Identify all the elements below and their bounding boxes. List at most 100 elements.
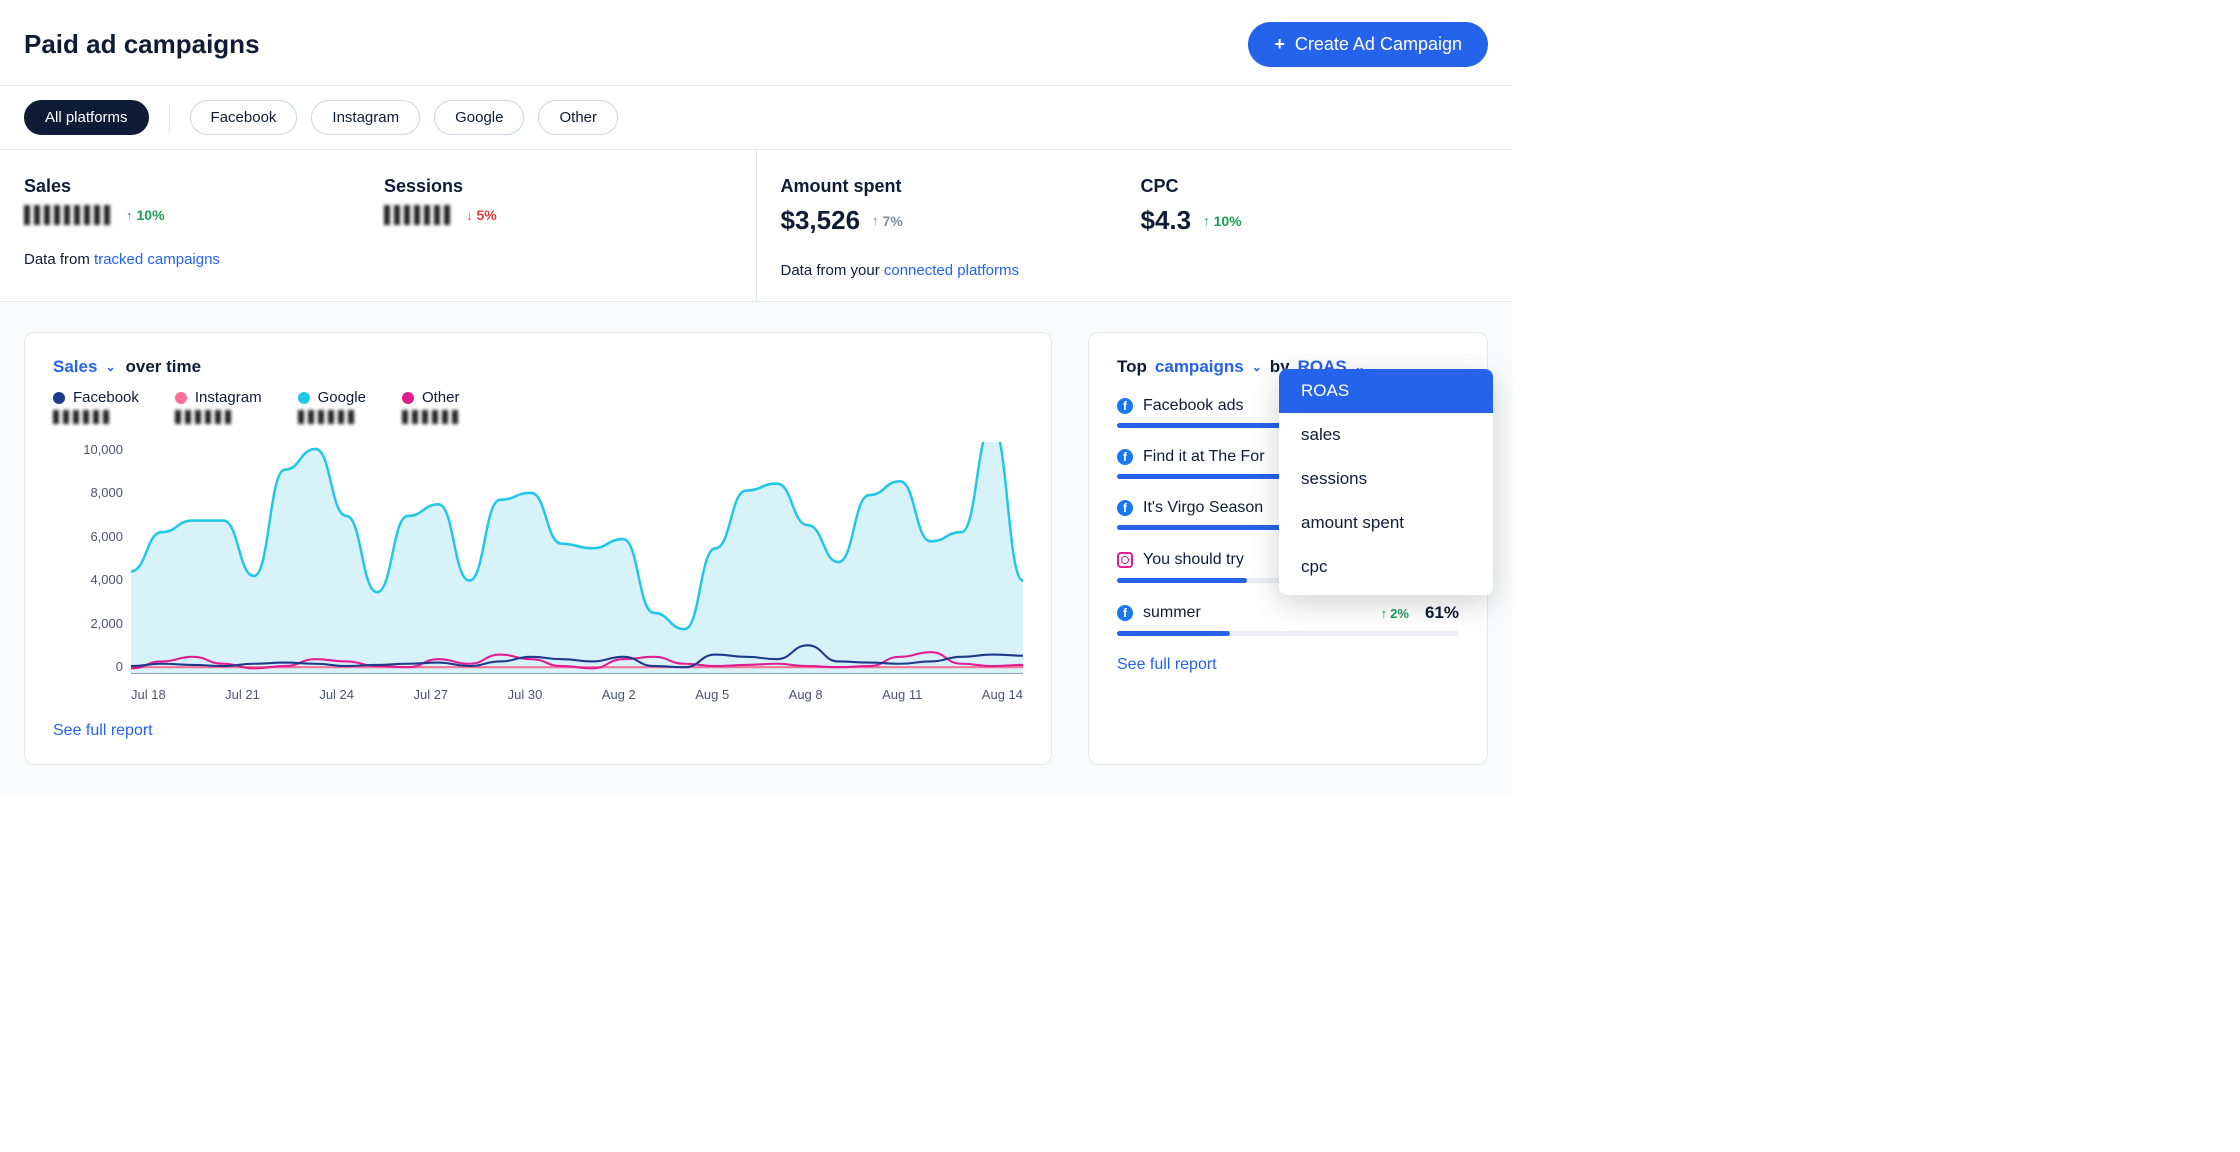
create-ad-campaign-button[interactable]: + Create Ad Campaign <box>1248 22 1488 67</box>
metrics-section: Sales ↑ 10% Sessions ↓ <box>0 150 1512 302</box>
progress-fill <box>1117 631 1230 636</box>
chevron-down-icon: ⌄ <box>105 360 115 374</box>
x-tick: Aug 11 <box>882 687 922 702</box>
x-tick: Aug 14 <box>982 687 1023 702</box>
instagram-icon <box>1117 552 1133 568</box>
facebook-icon: f <box>1117 605 1133 621</box>
y-tick: 0 <box>116 659 123 674</box>
x-tick: Aug 2 <box>602 687 636 702</box>
x-tick: Jul 24 <box>319 687 354 702</box>
see-full-report-link[interactable]: See full report <box>1117 656 1459 674</box>
dropdown-option[interactable]: cpc <box>1279 545 1493 589</box>
legend-item-facebook: Facebook <box>53 389 139 424</box>
chart-metric-dropdown[interactable]: Sales ⌄ <box>53 357 116 377</box>
data-from: Data from tracked campaigns <box>24 251 732 268</box>
filter-all-platforms[interactable]: All platforms <box>24 100 149 135</box>
redacted-value <box>384 205 454 225</box>
dropdown-option[interactable]: amount spent <box>1279 501 1493 545</box>
arrow-up-icon: ↑ <box>872 213 879 228</box>
chart-card: Sales ⌄ over time Facebook Instagram Goo… <box>24 332 1052 765</box>
x-axis: Jul 18 Jul 21 Jul 24 Jul 27 Jul 30 Aug 2 Aug 5… <box>131 687 1023 702</box>
metric-label: CPC <box>1141 176 1421 197</box>
plus-icon: + <box>1274 34 1285 55</box>
x-tick: Aug 5 <box>695 687 729 702</box>
x-tick: Jul 30 <box>508 687 543 702</box>
metric-sessions: Sessions ↓ 5% <box>384 176 664 225</box>
metrics-left: Sales ↑ 10% Sessions ↓ <box>0 150 757 301</box>
campaign-name: summer <box>1143 604 1371 622</box>
facebook-icon: f <box>1117 398 1133 414</box>
x-tick: Jul 21 <box>225 687 260 702</box>
campaign-percent: 61% <box>1425 603 1459 623</box>
dropdown-option[interactable]: sales <box>1279 413 1493 457</box>
campaign-item[interactable]: fsummer ↑2% 61% <box>1117 603 1459 636</box>
see-full-report-link[interactable]: See full report <box>53 722 1023 740</box>
dropdown-option[interactable]: sessions <box>1279 457 1493 501</box>
metric-amount-spent: Amount spent $3,526 ↑ 7% <box>781 176 1061 236</box>
tracked-campaigns-link[interactable]: tracked campaigns <box>94 251 220 268</box>
legend-dot-icon <box>402 392 414 404</box>
metric-value: $3,526 <box>781 205 861 236</box>
campaigns-dropdown[interactable]: campaigns ⌄ <box>1155 357 1262 377</box>
chart-plot <box>131 442 1023 674</box>
chart-svg <box>131 442 1023 673</box>
chart-subtitle: over time <box>126 357 202 377</box>
progress-fill <box>1117 578 1247 583</box>
sort-metric-menu: ROASsalessessionsamount spentcpc <box>1279 369 1493 595</box>
arrow-up-icon: ↑ <box>1203 213 1210 228</box>
legend-dot-icon <box>53 392 65 404</box>
x-tick: Jul 27 <box>413 687 448 702</box>
redacted-value <box>53 410 113 424</box>
metric-label: Sales <box>24 176 304 197</box>
platform-filter-bar: All platforms Facebook Instagram Google … <box>0 86 1512 149</box>
x-tick: Aug 8 <box>789 687 823 702</box>
metric-label: Sessions <box>384 176 664 197</box>
facebook-icon: f <box>1117 500 1133 516</box>
create-button-label: Create Ad Campaign <box>1295 34 1462 55</box>
y-tick: 6,000 <box>90 529 123 544</box>
metric-delta: ↑ 10% <box>1203 213 1242 229</box>
legend-item-instagram: Instagram <box>175 389 262 424</box>
facebook-icon: f <box>1117 449 1133 465</box>
content-row: Sales ⌄ over time Facebook Instagram Goo… <box>0 302 1512 795</box>
legend-item-other: Other <box>402 389 462 424</box>
redacted-value <box>175 410 235 424</box>
filter-instagram[interactable]: Instagram <box>311 100 420 135</box>
y-tick: 10,000 <box>83 442 123 457</box>
metrics-right: Amount spent $3,526 ↑ 7% CPC $4.3 <box>757 150 1513 301</box>
filter-facebook[interactable]: Facebook <box>190 100 298 135</box>
metric-cpc: CPC $4.3 ↑ 10% <box>1141 176 1421 236</box>
redacted-value <box>298 410 358 424</box>
x-tick: Jul 18 <box>131 687 166 702</box>
y-tick: 8,000 <box>90 485 123 500</box>
y-tick: 2,000 <box>90 616 123 631</box>
y-tick: 4,000 <box>90 572 123 587</box>
chevron-down-icon: ⌄ <box>1252 360 1262 374</box>
legend-dot-icon <box>298 392 310 404</box>
filter-google[interactable]: Google <box>434 100 524 135</box>
metric-value: $4.3 <box>1141 205 1192 236</box>
chart-legend: Facebook Instagram Google Other <box>53 389 1023 424</box>
metric-label: Amount spent <box>781 176 1061 197</box>
arrow-up-icon: ↑ <box>126 208 133 223</box>
redacted-value <box>402 410 462 424</box>
page-header: Paid ad campaigns + Create Ad Campaign <box>0 0 1512 85</box>
vertical-divider <box>169 104 170 132</box>
progress-track <box>1117 631 1459 636</box>
campaign-delta: ↑2% <box>1381 606 1409 621</box>
y-axis: 10,000 8,000 6,000 4,000 2,000 0 <box>63 442 123 674</box>
connected-platforms-link[interactable]: connected platforms <box>884 262 1019 279</box>
metric-delta: ↑ 10% <box>126 207 165 223</box>
page-title: Paid ad campaigns <box>24 29 260 60</box>
data-from: Data from your connected platforms <box>781 262 1489 279</box>
arrow-down-icon: ↓ <box>466 208 473 223</box>
metric-sales: Sales ↑ 10% <box>24 176 304 225</box>
filter-other[interactable]: Other <box>538 100 618 135</box>
metric-delta: ↑ 7% <box>872 213 903 229</box>
metric-delta: ↓ 5% <box>466 207 497 223</box>
top-campaigns-card: Top campaigns ⌄ by ROAS ⌄ fFacebook adsB… <box>1088 332 1488 765</box>
legend-item-google: Google <box>298 389 366 424</box>
legend-dot-icon <box>175 392 187 404</box>
dropdown-option[interactable]: ROAS <box>1279 369 1493 413</box>
top-label: Top <box>1117 357 1147 377</box>
